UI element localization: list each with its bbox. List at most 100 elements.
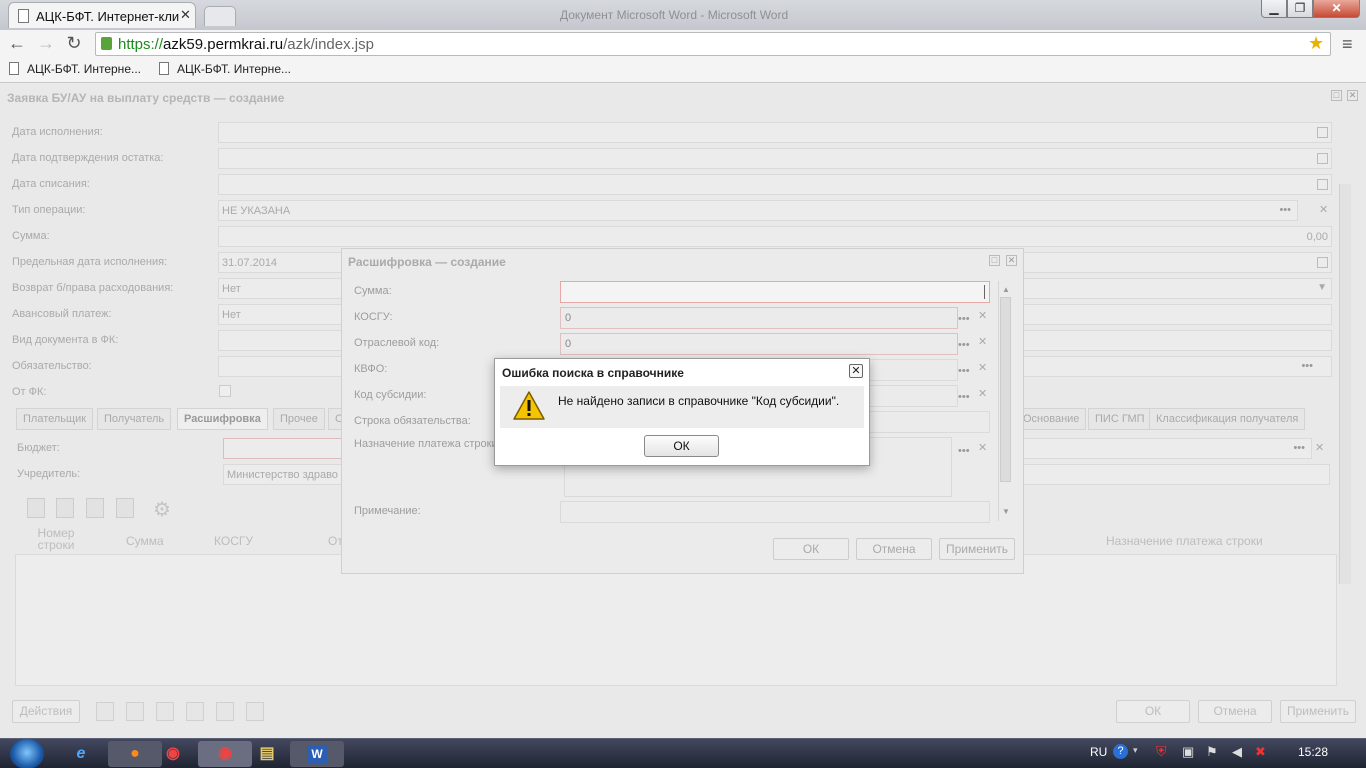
menu-icon[interactable]: ≡ <box>1342 34 1353 55</box>
clear-icon[interactable]: ✕ <box>978 361 987 374</box>
tab-basis[interactable]: Основание <box>1016 408 1087 430</box>
column-header[interactable]: Сумма <box>126 534 164 548</box>
calendar-icon[interactable] <box>1317 153 1328 164</box>
modal-close-icon[interactable]: ✕ <box>849 364 863 378</box>
chevron-down-icon[interactable]: ▼ <box>1317 282 1327 293</box>
kosgu-field[interactable]: 0 <box>560 307 958 329</box>
industry-code-field[interactable]: 0 <box>560 333 958 355</box>
app-maximize-icon[interactable]: □ <box>1331 90 1342 101</box>
back-icon[interactable]: ← <box>6 33 28 53</box>
word-icon[interactable]: W <box>290 741 344 767</box>
delete-icon[interactable] <box>116 498 134 518</box>
founder-field[interactable]: Министерство здраво <box>223 464 343 485</box>
lookup-icon[interactable]: ••• <box>958 313 970 325</box>
new-tab-button[interactable] <box>204 6 236 26</box>
ok-button[interactable]: ОК <box>1116 700 1190 723</box>
tab-active[interactable]: АЦК-БФТ. Интернет-кли ✕ <box>8 2 196 28</box>
address-bar[interactable]: https://azk59.permkrai.ru/azk/index.jsp … <box>95 32 1331 56</box>
write-off-date-field[interactable] <box>218 174 1332 195</box>
shield-icon[interactable]: ⛨ <box>1156 743 1167 760</box>
dialog-cancel-button[interactable]: Отмена <box>856 538 932 560</box>
scroll-down-icon[interactable]: ▼ <box>1002 507 1010 516</box>
tab-payer[interactable]: Плательщик <box>16 408 94 430</box>
clear-icon[interactable]: ✕ <box>978 387 987 400</box>
maximize-button[interactable]: ❐ <box>1287 0 1313 18</box>
app-close-icon[interactable]: ✕ <box>1347 90 1358 101</box>
reload-icon[interactable]: ↻ <box>63 33 85 53</box>
tab-close-icon[interactable]: ✕ <box>180 7 191 23</box>
scroll-up-icon[interactable]: ▲ <box>1002 285 1010 294</box>
clock[interactable]: 15:28 <box>1298 745 1328 759</box>
bookmark-star-icon[interactable]: ★ <box>1308 33 1324 54</box>
add-row-icon[interactable] <box>56 498 74 518</box>
lookup-icon[interactable]: ••• <box>1301 360 1313 372</box>
minimize-button[interactable]: ▁ <box>1261 0 1287 18</box>
chrome-icon[interactable]: ◉ <box>146 741 200 767</box>
balance-confirm-date-field[interactable] <box>218 148 1332 169</box>
clear-icon[interactable]: ✕ <box>1315 441 1324 454</box>
dialog-ok-button[interactable]: ОК <box>773 538 849 560</box>
sum-input[interactable] <box>560 281 990 303</box>
attach-icon[interactable] <box>216 702 234 721</box>
lookup-icon[interactable]: ••• <box>1279 204 1291 216</box>
calendar-icon[interactable] <box>1317 257 1328 268</box>
edit-icon[interactable] <box>27 498 45 518</box>
clear-icon[interactable]: ✕ <box>978 335 987 348</box>
tab-pis-gmp[interactable]: ПИС ГМП <box>1088 408 1152 430</box>
lookup-icon[interactable]: ••• <box>958 365 970 377</box>
budget-field-right[interactable]: ••• <box>1000 438 1312 459</box>
cancel-button[interactable]: Отмена <box>1198 700 1272 723</box>
document-icon[interactable] <box>96 702 114 721</box>
undo-icon[interactable] <box>156 702 174 721</box>
network-icon[interactable]: ▣ <box>1182 744 1194 760</box>
column-header[interactable]: Назначение платежа строки <box>1106 534 1263 548</box>
dialog-scrollbar[interactable]: ▲ ▼ <box>998 281 1012 521</box>
calendar-icon[interactable] <box>1317 127 1328 138</box>
copy-icon[interactable] <box>86 498 104 518</box>
bookmark-item[interactable]: АЦК-БФТ. Интерне... <box>9 62 141 76</box>
operation-type-field[interactable]: НЕ УКАЗАНА ••• <box>218 200 1298 221</box>
clear-icon[interactable]: ✕ <box>978 441 987 454</box>
flag-icon[interactable]: ⚑ <box>1206 744 1218 760</box>
budget-field[interactable] <box>223 438 343 459</box>
lookup-icon[interactable]: ••• <box>958 391 970 403</box>
from-fk-checkbox[interactable] <box>219 385 231 397</box>
dialog-close-icon[interactable]: ✕ <box>1006 255 1017 266</box>
tab-recipient[interactable]: Получатель <box>97 408 172 430</box>
clear-icon[interactable]: ✕ <box>978 309 987 322</box>
antivirus-icon[interactable]: ✖ <box>1255 744 1266 760</box>
explorer-icon[interactable]: ▤ <box>240 741 294 767</box>
tab-breakdown[interactable]: Расшифровка <box>177 408 268 430</box>
language-indicator[interactable]: RU <box>1090 745 1107 759</box>
apply-button[interactable]: Применить <box>1280 700 1356 723</box>
calendar-icon[interactable] <box>1317 179 1328 190</box>
sum-field[interactable]: 0,00 <box>218 226 1332 247</box>
scroll-thumb[interactable] <box>1000 297 1011 482</box>
dialog-apply-button[interactable]: Применить <box>939 538 1015 560</box>
dialog-maximize-icon[interactable]: □ <box>989 255 1000 266</box>
lookup-icon[interactable]: ••• <box>958 445 970 457</box>
note-field[interactable] <box>560 501 990 523</box>
column-header[interactable]: Номер строки <box>34 527 78 551</box>
gear-icon[interactable]: ⚙ <box>153 497 171 522</box>
tray-arrow-icon[interactable]: ▾ <box>1133 745 1138 756</box>
tab-recipient-class[interactable]: Классификация получателя <box>1149 408 1306 430</box>
refresh-icon[interactable] <box>126 702 144 721</box>
column-header[interactable]: КОСГУ <box>214 534 253 548</box>
window-close-button[interactable]: ✕ <box>1313 0 1360 18</box>
lookup-icon[interactable]: ••• <box>1293 442 1305 454</box>
bookmark-item[interactable]: АЦК-БФТ. Интерне... <box>159 62 291 76</box>
execution-date-field[interactable] <box>218 122 1332 143</box>
tab-other[interactable]: Прочее <box>273 408 325 430</box>
actions-button[interactable]: Действия <box>12 700 80 723</box>
app-scrollbar[interactable] <box>1339 184 1351 584</box>
ie-icon[interactable]: e <box>54 741 108 767</box>
key-icon[interactable] <box>246 702 264 721</box>
lookup-icon[interactable]: ••• <box>958 339 970 351</box>
volume-icon[interactable]: ◀ <box>1232 744 1242 760</box>
modal-ok-button[interactable]: ОК <box>644 435 719 457</box>
founder-field-right[interactable] <box>1000 464 1330 485</box>
print-icon[interactable] <box>186 702 204 721</box>
clear-icon[interactable]: ✕ <box>1319 203 1328 216</box>
forward-icon[interactable]: → <box>35 33 57 53</box>
